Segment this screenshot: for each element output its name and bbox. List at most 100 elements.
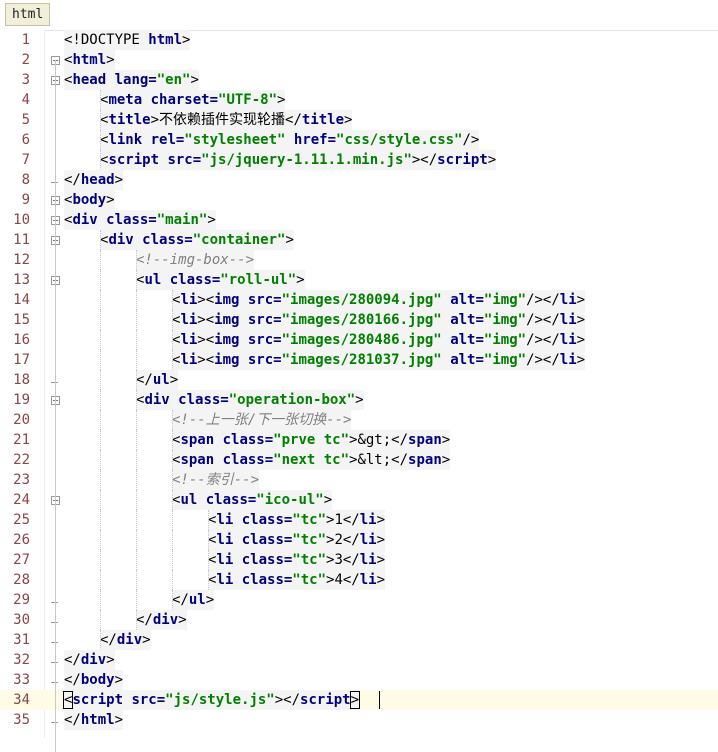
file-tab-html[interactable]: html xyxy=(5,3,51,26)
code-text[interactable]: </ul> xyxy=(172,590,215,610)
code-text[interactable]: <!--索引--> xyxy=(172,470,260,490)
code-text[interactable]: <!DOCTYPE html> xyxy=(64,30,191,50)
code-text[interactable]: <title>不依赖插件实现轮播</title> xyxy=(100,110,353,130)
indent-guide xyxy=(100,490,101,510)
indent-guide xyxy=(136,410,137,430)
code-line[interactable]: 18 </ul> xyxy=(0,370,718,390)
code-text[interactable]: <body> xyxy=(64,190,115,210)
code-line[interactable]: 28 <li class="tc">4</li> xyxy=(0,570,718,590)
code-line[interactable]: 11 <div class="container"> xyxy=(0,230,718,250)
code-text[interactable]: <div class="container"> xyxy=(100,230,294,250)
code-text[interactable]: <li class="tc">2</li> xyxy=(208,530,386,550)
code-line[interactable]: 13 <ul class="roll-ul"> xyxy=(0,270,718,290)
indent-guide xyxy=(172,350,173,370)
code-line[interactable]: 20 <!--上一张/下一张切换--> xyxy=(0,410,718,430)
code-text[interactable]: <script src="js/style.js"></script> xyxy=(62,690,361,710)
code-line[interactable]: 33 </body> xyxy=(0,670,718,690)
code-text[interactable]: </div> xyxy=(100,630,151,650)
indent-guide xyxy=(172,310,173,330)
code-line[interactable]: 17 <li><img src="images/281037.jpg" alt="… xyxy=(0,350,718,370)
code-line[interactable]: 24 <ul class="ico-ul"> xyxy=(0,490,718,510)
code-line[interactable]: 3 <head lang="en"> xyxy=(0,70,718,90)
code-text[interactable]: <span class="prve tc">&gt;</span> xyxy=(172,430,451,450)
code-line[interactable]: 8 </head> xyxy=(0,170,718,190)
code-text[interactable]: <li><img src="images/280486.jpg" alt="im… xyxy=(172,330,586,350)
code-text[interactable]: <script src="js/jquery-1.11.1.min.js"></… xyxy=(100,150,497,170)
line-number: 4 xyxy=(21,92,30,108)
code-text[interactable]: <link rel="stylesheet" href="css/style.c… xyxy=(100,130,480,150)
code-text[interactable]: <div class="main"> xyxy=(64,210,216,230)
code-text[interactable]: <!--img-box--> xyxy=(136,250,255,270)
indent-guide xyxy=(100,590,101,610)
indent-guide xyxy=(100,130,101,150)
code-text[interactable]: <li><img src="images/280094.jpg" alt="im… xyxy=(172,290,586,310)
code-line[interactable]: 23 <!--索引--> xyxy=(0,470,718,490)
code-text[interactable]: <div class="operation-box"> xyxy=(136,390,364,410)
line-number: 24 xyxy=(13,492,30,508)
code-line[interactable]: 2 <html> xyxy=(0,50,718,70)
code-line[interactable]: 10 <div class="main"> xyxy=(0,210,718,230)
line-number: 30 xyxy=(13,612,30,628)
line-number: 26 xyxy=(13,532,30,548)
indent-guide xyxy=(172,570,173,590)
code-text[interactable]: </div> xyxy=(64,650,115,670)
code-text[interactable]: <li class="tc">1</li> xyxy=(208,510,386,530)
code-text[interactable]: <ul class="ico-ul"> xyxy=(172,490,333,510)
code-text[interactable]: <li><img src="images/280166.jpg" alt="im… xyxy=(172,310,586,330)
code-line[interactable]: 25 <li class="tc">1</li> xyxy=(0,510,718,530)
code-line[interactable]: 31 </div> xyxy=(0,630,718,650)
indent-guide xyxy=(172,530,173,550)
line-number: 33 xyxy=(13,672,30,688)
code-line[interactable]: 15 <li><img src="images/280166.jpg" alt="… xyxy=(0,310,718,330)
code-text[interactable]: <li class="tc">3</li> xyxy=(208,550,386,570)
code-line[interactable]: 34 <script src="js/style.js"></script> xyxy=(0,690,718,710)
code-text[interactable]: <html> xyxy=(64,50,115,70)
code-line[interactable]: 6 <link rel="stylesheet" href="css/style.… xyxy=(0,130,718,150)
indent-guide xyxy=(100,290,101,310)
code-line[interactable]: 12 <!--img-box--> xyxy=(0,250,718,270)
code-text[interactable]: <span class="next tc">&lt;</span> xyxy=(172,450,451,470)
line-number: 27 xyxy=(13,552,30,568)
code-line[interactable]: 29 </ul> xyxy=(0,590,718,610)
code-line[interactable]: 21 <span class="prve tc">&gt;</span> xyxy=(0,430,718,450)
code-line[interactable]: 4 <meta charset="UTF-8"> xyxy=(0,90,718,110)
indent-guide xyxy=(208,510,209,530)
line-number: 34 xyxy=(13,692,30,708)
fold-range-line xyxy=(55,60,56,752)
code-line[interactable]: 26 <li class="tc">2</li> xyxy=(0,530,718,550)
code-line[interactable]: 9 <body> xyxy=(0,190,718,210)
code-text[interactable]: <meta charset="UTF-8"> xyxy=(100,90,286,110)
indent-guide xyxy=(172,510,173,530)
code-line[interactable]: 7 <script src="js/jquery-1.11.1.min.js"><… xyxy=(0,150,718,170)
indent-guide xyxy=(136,430,137,450)
code-text[interactable]: </head> xyxy=(64,170,124,190)
indent-guide xyxy=(100,470,101,490)
code-line[interactable]: 5 <title>不依赖插件实现轮播</title> xyxy=(0,110,718,130)
indent-guide xyxy=(136,310,137,330)
code-text[interactable]: </div> xyxy=(136,610,187,630)
indent-guide xyxy=(136,490,137,510)
code-text[interactable]: <li><img src="images/281037.jpg" alt="im… xyxy=(172,350,586,370)
code-editor[interactable]: 1 <!DOCTYPE html> 2 <html> 3 <head lang="en">… xyxy=(0,30,718,752)
code-text[interactable]: </ul> xyxy=(136,370,179,390)
indent-guide xyxy=(100,310,101,330)
code-text[interactable]: <head lang="en"> xyxy=(64,70,199,90)
indent-guide xyxy=(100,510,101,530)
code-line[interactable]: 30 </div> xyxy=(0,610,718,630)
code-line[interactable]: 27 <li class="tc">3</li> xyxy=(0,550,718,570)
code-line[interactable]: 19 <div class="operation-box"> xyxy=(0,390,718,410)
line-number: 32 xyxy=(13,652,30,668)
code-text[interactable]: <ul class="roll-ul"> xyxy=(136,270,305,290)
code-text[interactable]: <li class="tc">4</li> xyxy=(208,570,386,590)
code-line[interactable]: 16 <li><img src="images/280486.jpg" alt="… xyxy=(0,330,718,350)
code-text[interactable]: <!--上一张/下一张切换--> xyxy=(172,410,352,430)
code-line[interactable]: 32 </div> xyxy=(0,650,718,670)
code-text[interactable]: </html> xyxy=(64,710,124,730)
code-text[interactable]: </body> xyxy=(64,670,124,690)
indent-guide xyxy=(100,250,101,270)
code-line[interactable]: 35 </html> xyxy=(0,710,718,730)
code-line[interactable]: 22 <span class="next tc">&lt;</span> xyxy=(0,450,718,470)
code-line[interactable]: 1 <!DOCTYPE html> xyxy=(0,30,718,50)
code-line[interactable]: 14 <li><img src="images/280094.jpg" alt="… xyxy=(0,290,718,310)
indent-guide xyxy=(100,570,101,590)
